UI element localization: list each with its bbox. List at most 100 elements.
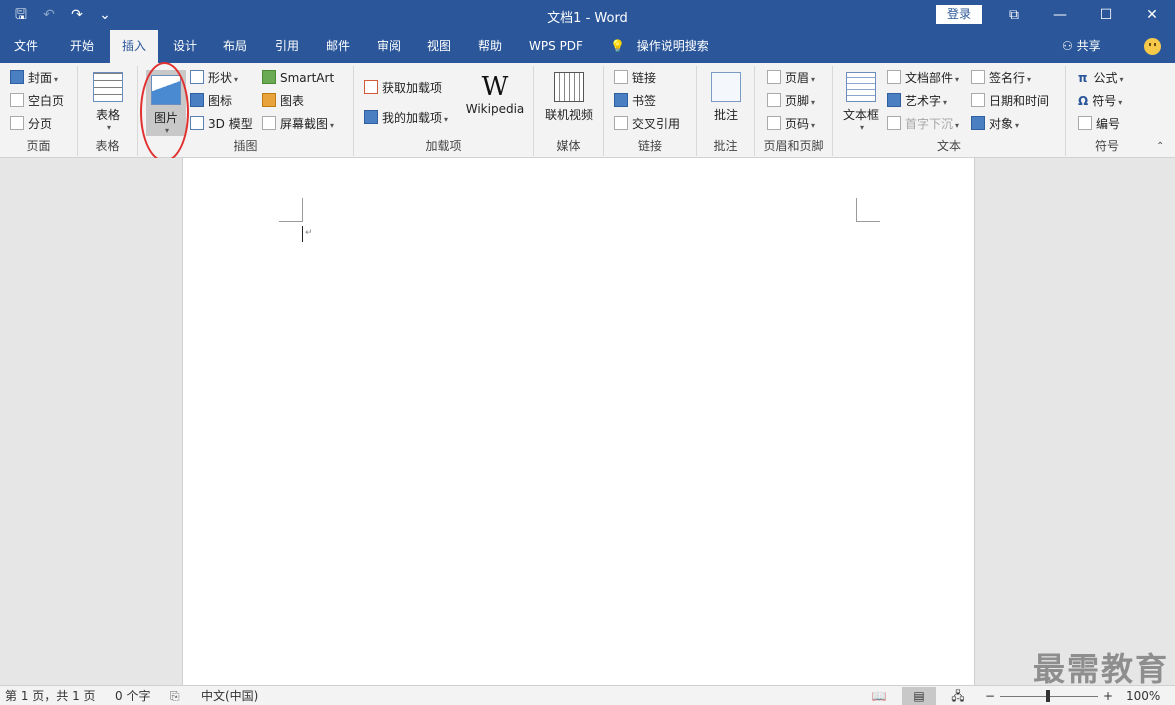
my-addins-icon <box>364 110 378 124</box>
group-label-header-footer: 页眉和页脚 <box>763 139 824 153</box>
drop-cap-button[interactable]: 首字下沉 ▾ <box>887 114 959 134</box>
lightbulb-icon: 💡 <box>610 39 625 53</box>
numbering-button[interactable]: 编号 <box>1078 114 1120 134</box>
maximize-icon[interactable]: ☐ <box>1083 0 1129 30</box>
group-symbols: π 公式 ▾ Ω 符号 ▾ 编号 符号 <box>1066 66 1148 156</box>
wordart-icon <box>887 93 901 107</box>
shapes-icon <box>190 70 204 84</box>
footer-icon <box>767 93 781 107</box>
footer-button[interactable]: 页脚 ▾ <box>767 91 815 111</box>
online-video-button[interactable]: 联机视频 <box>539 72 599 123</box>
comment-icon <box>711 72 741 102</box>
page-break-button[interactable]: 分页 <box>10 114 52 134</box>
signature-line-button[interactable]: 签名行 ▾ <box>971 68 1031 88</box>
zoom-slider-thumb[interactable] <box>1046 690 1050 702</box>
table-dropdown-icon: ▾ <box>106 123 111 132</box>
video-icon <box>554 72 584 102</box>
quick-parts-button[interactable]: 文档部件 ▾ <box>887 68 959 88</box>
comment-button[interactable]: 批注 <box>705 72 747 123</box>
close-icon[interactable]: ✕ <box>1129 0 1175 30</box>
tab-review[interactable]: 审阅 <box>366 30 412 63</box>
document-page[interactable]: ↵ <box>182 158 975 685</box>
shapes-button[interactable]: 形状 ▾ <box>190 68 238 88</box>
cross-reference-button[interactable]: 交叉引用 <box>614 114 680 134</box>
page-break-icon <box>10 116 24 130</box>
tab-layout[interactable]: 布局 <box>212 30 258 63</box>
tab-file[interactable]: 文件 <box>0 30 52 63</box>
web-layout-icon[interactable]: 🖧 <box>941 687 975 705</box>
feedback-smiley-icon[interactable] <box>1144 38 1161 55</box>
textbox-button[interactable]: 文本框 ▾ <box>839 72 883 132</box>
zoom-in-button[interactable]: + <box>1103 688 1113 704</box>
drop-cap-label: 首字下沉 <box>905 117 954 131</box>
link-icon <box>614 70 628 84</box>
cross-reference-label: 交叉引用 <box>632 117 681 131</box>
tab-wps-pdf[interactable]: WPS PDF <box>520 30 592 63</box>
table-button[interactable]: 表格 ▾ <box>90 72 126 132</box>
smartart-icon <box>262 70 276 84</box>
date-time-button[interactable]: 日期和时间 <box>971 91 1049 111</box>
chart-button[interactable]: 图表 <box>262 91 304 111</box>
symbol-label: 符号 <box>1092 94 1117 108</box>
tab-mailings[interactable]: 邮件 <box>315 30 361 63</box>
proofing-icon[interactable]: ⎘ <box>170 688 180 704</box>
wikipedia-icon: W <box>481 72 509 102</box>
date-time-label: 日期和时间 <box>989 94 1050 108</box>
ribbon-display-options-icon[interactable]: ⧉ <box>991 0 1037 30</box>
tab-view[interactable]: 视图 <box>416 30 462 63</box>
ribbon-tabs: 文件 开始 插入 设计 布局 引用 邮件 审阅 视图 帮助 WPS PDF 💡 … <box>0 30 1175 63</box>
icons-button[interactable]: 图标 <box>190 91 232 111</box>
tab-insert[interactable]: 插入 <box>110 30 158 63</box>
language-indicator[interactable]: 中文(中国) <box>201 688 258 704</box>
margin-corner-top-right <box>856 198 880 222</box>
collapse-ribbon-icon[interactable]: ⌃ <box>1156 141 1164 152</box>
symbol-button[interactable]: Ω 符号 ▾ <box>1078 91 1122 111</box>
cover-page-icon <box>10 70 24 84</box>
online-video-label: 联机视频 <box>544 108 593 122</box>
login-button[interactable]: 登录 <box>936 5 982 24</box>
tab-references[interactable]: 引用 <box>264 30 310 63</box>
quick-parts-icon <box>887 70 901 84</box>
object-icon <box>971 116 985 130</box>
wordart-button[interactable]: 艺术字 ▾ <box>887 91 947 111</box>
numbering-label: 编号 <box>1096 117 1121 131</box>
group-comments: 批注 批注 <box>697 66 755 156</box>
text-cursor <box>302 226 303 242</box>
tab-home[interactable]: 开始 <box>56 30 108 63</box>
minimize-icon[interactable]: — <box>1037 0 1083 30</box>
page-info[interactable]: 第 1 页，共 1 页 <box>5 688 96 704</box>
word-count[interactable]: 0 个字 <box>115 688 150 704</box>
bookmark-button[interactable]: 书签 <box>614 91 656 111</box>
group-pages: 封面 ▾ 空白页 分页 页面 <box>0 66 78 156</box>
header-button[interactable]: 页眉 ▾ <box>767 68 815 88</box>
object-button[interactable]: 对象 ▾ <box>971 114 1019 134</box>
link-button[interactable]: 链接 <box>614 68 656 88</box>
smartart-button[interactable]: SmartArt <box>262 68 334 88</box>
group-addins: 获取加载项 我的加载项 ▾ W Wikipedia 加载项 <box>354 66 534 156</box>
print-layout-icon[interactable]: ▤ <box>902 687 936 705</box>
my-addins-button[interactable]: 我的加载项 ▾ <box>364 108 448 128</box>
group-label-links: 链接 <box>637 139 662 153</box>
3d-models-button[interactable]: 3D 模型 <box>190 114 253 134</box>
zoom-level[interactable]: 100% <box>1126 688 1160 704</box>
group-header-footer: 页眉 ▾ 页脚 ▾ 页码 ▾ 页眉和页脚 <box>755 66 833 156</box>
share-button[interactable]: ⚇ 共享 <box>1062 30 1101 63</box>
equation-button[interactable]: π 公式 ▾ <box>1078 68 1124 88</box>
zoom-out-button[interactable]: − <box>985 688 995 704</box>
person-icon: ⚇ <box>1062 39 1073 53</box>
status-bar: 第 1 页，共 1 页 0 个字 ⎘ 中文(中国) 📖 ▤ 🖧 − + 100% <box>0 685 1175 705</box>
tab-help[interactable]: 帮助 <box>467 30 513 63</box>
screenshot-button[interactable]: 屏幕截图 ▾ <box>262 114 334 134</box>
get-addins-button[interactable]: 获取加载项 <box>364 78 442 98</box>
wikipedia-button[interactable]: W Wikipedia <box>464 72 526 116</box>
read-mode-icon[interactable]: 📖 <box>862 687 896 705</box>
title-bar: 🖫 ↶ ↷ ⌄ 文档1 - Word 登录 ⧉ — ☐ ✕ <box>0 0 1175 30</box>
tab-design[interactable]: 设计 <box>162 30 208 63</box>
blank-page-button[interactable]: 空白页 <box>10 91 64 111</box>
cover-page-button[interactable]: 封面 ▾ <box>10 68 58 88</box>
page-number-button[interactable]: 页码 ▾ <box>767 114 815 134</box>
3d-models-label: 3D 模型 <box>208 117 253 131</box>
group-links: 链接 书签 交叉引用 链接 <box>604 66 697 156</box>
icons-label: 图标 <box>208 94 233 108</box>
tell-me-search[interactable]: 💡 操作说明搜索 <box>610 30 709 63</box>
